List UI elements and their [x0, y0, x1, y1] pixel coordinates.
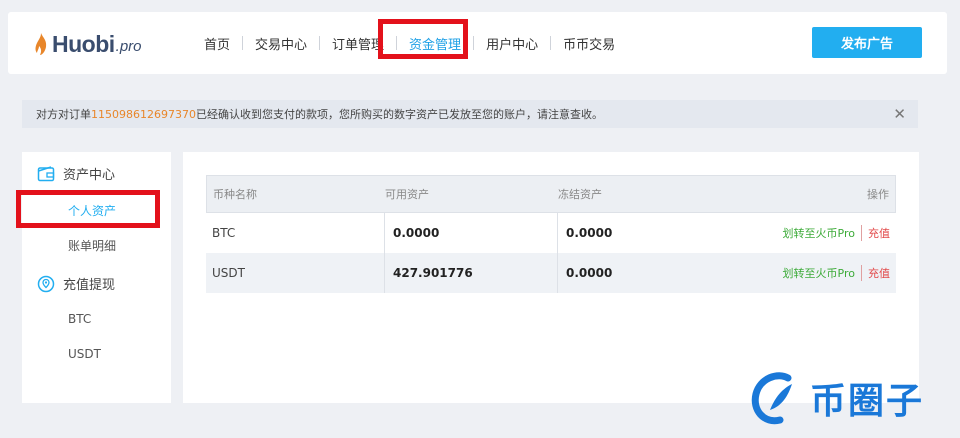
nav-trade-center[interactable]: 交易中心: [243, 34, 319, 53]
notice-order-number[interactable]: 115098612697370: [91, 108, 196, 121]
cell-coin: USDT: [212, 266, 245, 280]
sidebar-item-usdt[interactable]: USDT: [68, 347, 101, 361]
notice-bar: 对方对订单 115098612697370 已经确认收到您支付的款项，您所购买的…: [22, 100, 918, 128]
cell-coin: BTC: [212, 226, 236, 240]
flame-icon: [35, 33, 47, 55]
brand-name: Huobi: [52, 30, 115, 57]
main-panel: 币种名称 可用资产 冻结资产 操作 BTC 0.0000 0.0000 划转至火…: [183, 152, 919, 403]
header-coin-name: 币种名称: [213, 188, 257, 201]
close-icon[interactable]: ✕: [893, 105, 906, 123]
nav-home[interactable]: 首页: [192, 34, 242, 53]
sidebar-group-deposit-withdraw: 充值提现: [37, 274, 115, 293]
sidebar-group-label: 资产中心: [63, 168, 116, 183]
notice-prefix: 对方对订单: [36, 108, 91, 121]
cell-available: 427.901776: [384, 253, 473, 293]
watermark-logo-icon: [751, 372, 792, 425]
cell-actions: 划转至火币Pro 充值: [783, 253, 890, 293]
location-pin-icon: [37, 275, 55, 292]
sidebar-item-btc[interactable]: BTC: [68, 312, 91, 326]
sidebar-item-bill-details[interactable]: 账单明细: [68, 237, 116, 254]
header-available: 可用资产: [385, 188, 429, 201]
cell-frozen: 0.0000: [557, 253, 612, 293]
top-header: Huobi .pro 首页 交易中心 订单管理 资金管理 用户中心 币币交易 发…: [8, 12, 947, 74]
nav-coin-trading[interactable]: 币币交易: [551, 34, 627, 53]
transfer-to-pro-link[interactable]: 划转至火币Pro: [783, 265, 862, 281]
cell-actions: 划转至火币Pro 充值: [783, 213, 890, 253]
nav-user-center[interactable]: 用户中心: [474, 34, 550, 53]
huobi-logo[interactable]: Huobi .pro: [34, 30, 142, 58]
publish-ad-button[interactable]: 发布广告: [812, 27, 922, 58]
notice-message: 已经确认收到您支付的款项，您所购买的数字资产已发放至您的账户，请注意查收。: [195, 108, 603, 121]
table-row: BTC 0.0000 0.0000 划转至火币Pro 充值: [206, 213, 896, 253]
deposit-link[interactable]: 充值: [868, 225, 890, 241]
watermark: 币圈子: [748, 370, 924, 426]
header-frozen: 冻结资产: [558, 188, 602, 201]
cell-available: 0.0000: [384, 213, 439, 253]
nav-highlight-box: [378, 19, 468, 59]
cell-frozen: 0.0000: [557, 213, 612, 253]
brand-suffix: .pro: [115, 38, 142, 55]
sidebar-group-label: 充值提现: [63, 278, 116, 293]
table-header: 币种名称 可用资产 冻结资产 操作: [206, 175, 896, 213]
deposit-link[interactable]: 充值: [868, 265, 890, 281]
header-actions: 操作: [867, 188, 889, 201]
transfer-to-pro-link[interactable]: 划转至火币Pro: [783, 225, 862, 241]
sidebar-highlight-box: [16, 190, 160, 228]
watermark-text: 币圈子: [810, 381, 925, 422]
wallet-icon: [37, 165, 55, 181]
asset-table: 币种名称 可用资产 冻结资产 操作 BTC 0.0000 0.0000 划转至火…: [206, 175, 896, 293]
table-row: USDT 427.901776 0.0000 划转至火币Pro 充值: [206, 253, 896, 293]
sidebar-group-asset-center: 资产中心: [37, 164, 115, 183]
